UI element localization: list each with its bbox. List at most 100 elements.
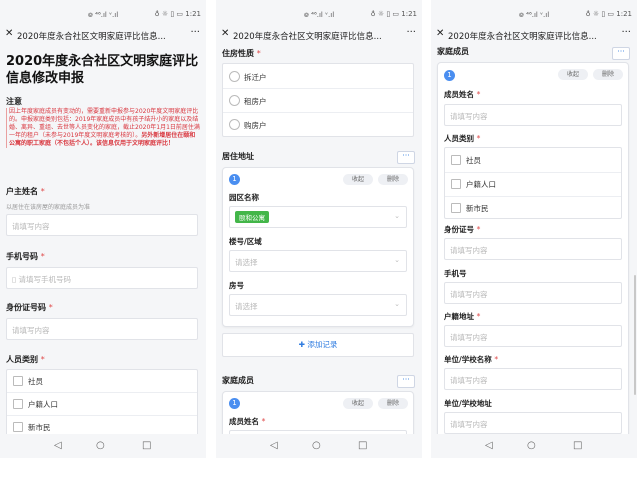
id-label: 身份证号 * (444, 225, 481, 234)
checkbox-icon[interactable] (451, 179, 461, 189)
family-more-button[interactable]: ··· (397, 375, 415, 388)
form-content[interactable]: 2020年度永合社区文明家庭评比信息修改申报 注意 因上年度家庭成员有变动的，需… (0, 45, 206, 434)
system-nav-bar: ◁ ○ □ (0, 434, 206, 458)
phone-label: 手机号码 * (6, 252, 45, 261)
housing-radio-group: 拆迁户 租房户 购房户 (222, 63, 414, 137)
back-icon[interactable]: ◁ (270, 440, 278, 452)
address-section-title: 居住地址 (222, 152, 254, 161)
household-address-input[interactable]: 请填写内容 (444, 325, 622, 347)
phone-input[interactable]: 请填写内容 (444, 282, 622, 304)
screen-1: ᪤ ⁴⁶.ıl ᵛ.ıl ♁ ☼ ▯ ▭ 1:21 ✕ 2020年度永合社区文明… (0, 0, 206, 458)
housing-option-3[interactable]: 购房户 (223, 112, 413, 136)
delete-button[interactable]: 删除 (378, 174, 408, 185)
delete-button[interactable]: 删除 (593, 69, 623, 80)
family-more-button[interactable]: ··· (612, 47, 630, 60)
category-label: 人员类别 * (6, 355, 45, 364)
close-icon[interactable]: ✕ (436, 28, 444, 39)
scrollbar[interactable] (634, 275, 636, 395)
park-select[interactable]: 颐和公寓 ⌄ (229, 206, 407, 228)
housing-option-1[interactable]: 拆迁户 (223, 64, 413, 89)
recents-icon[interactable]: □ (142, 440, 151, 452)
category-option-2[interactable]: 户籍人口 (445, 172, 621, 197)
category-option-3[interactable]: 新市民 (445, 196, 621, 220)
form-content[interactable]: 住房性质 * 拆迁户 租房户 购房户 居住地址 ··· 1 收起 删除 园区名称… (216, 45, 422, 434)
screen-2: ᪤ ⁴⁶.ıl ᵛ.ıl ♁ ☼ ▯ ▭ 1:21 ✕ 2020年度永合社区文明… (216, 0, 422, 458)
member-name-input[interactable]: 请填写内容 (444, 104, 622, 126)
status-bar: ᪤ ⁴⁶.ıl ᵛ.ıl ♁ ☼ ▯ ▭ 1:21 (216, 0, 422, 27)
id-input[interactable]: 请填写内容 (444, 238, 622, 260)
phone-input[interactable]: ▯ 请填写手机号码 (6, 267, 198, 289)
category-option-2[interactable]: 户籍人口 (7, 393, 197, 416)
system-nav-bar: ◁ ○ □ (431, 434, 637, 458)
category-option-1[interactable]: 社员 (7, 370, 197, 393)
radio-icon[interactable] (229, 71, 240, 82)
add-record-button[interactable]: ✚ 添加记录 (222, 333, 414, 357)
notice-text: 因上年度家庭成员有变动的，需要重新申报参与2020年度文明家庭评比的。申报家庭类… (6, 108, 201, 149)
checkbox-icon[interactable] (13, 422, 23, 432)
workplace-address-label: 单位/学校地址 (444, 399, 492, 408)
category-option-3[interactable]: 新市民 (7, 416, 197, 434)
housing-label: 住房性质 * (222, 49, 261, 58)
householder-label: 户主姓名 * (6, 187, 45, 196)
checkbox-icon[interactable] (13, 399, 23, 409)
status-bar: ᪤ ⁴⁶.ıl ᵛ.ıl ♁ ☼ ▯ ▭ 1:21 (431, 0, 637, 27)
note-title: 注意 (6, 97, 22, 106)
room-select[interactable]: 请选择 ⌄ (229, 294, 407, 316)
close-icon[interactable]: ✕ (221, 28, 229, 39)
householder-input[interactable]: 请填写内容 (6, 214, 198, 236)
householder-hint: 以居住在该房屋的家庭成员为准 (6, 204, 91, 211)
family-section-title: 家庭成员 (437, 47, 469, 56)
home-icon[interactable]: ○ (312, 440, 321, 452)
recents-icon[interactable]: □ (573, 440, 582, 452)
form-content[interactable]: 家庭成员 ··· 1 收起 删除 成员姓名 * 请填写内容 人员类别 * 社员 … (431, 45, 637, 434)
workplace-address-input[interactable]: 请填写内容 (444, 412, 622, 434)
category-option-1[interactable]: 社员 (445, 148, 621, 173)
category-checkbox-group: 社员 户籍人口 新市民 (444, 147, 622, 219)
park-tag: 颐和公寓 (235, 211, 269, 223)
home-icon[interactable]: ○ (527, 440, 536, 452)
family-card: 1 收起 删除 成员姓名 * 请填写内容 人员类别 * 社员 户籍人口 新市民 … (437, 62, 629, 434)
household-address-label: 户籍地址 * (444, 312, 481, 321)
building-select[interactable]: 请选择 ⌄ (229, 250, 407, 272)
phone-label: 手机号 (444, 269, 467, 278)
checkbox-icon[interactable] (451, 203, 461, 213)
more-icon[interactable]: ··· (190, 27, 200, 38)
status-icons: ♁ ☼ ▯ ▭ 1:21 (585, 10, 633, 18)
checkbox-icon[interactable] (451, 155, 461, 165)
chevron-down-icon: ⌄ (394, 300, 400, 308)
address-more-button[interactable]: ··· (397, 151, 415, 164)
title-bar: ✕ 2020年度永合社区文明家庭评比信息... ··· (431, 27, 637, 45)
housing-option-2[interactable]: 租房户 (223, 88, 413, 113)
radio-icon[interactable] (229, 119, 240, 130)
address-card: 1 收起 删除 园区名称 颐和公寓 ⌄ 楼号/区域 请选择 ⌄ 房号 请选择 ⌄ (222, 167, 414, 327)
home-icon[interactable]: ○ (96, 440, 105, 452)
status-icons: ♁ ☼ ▯ ▭ 1:21 (154, 10, 202, 18)
record-number-badge: 1 (229, 398, 240, 409)
id-input[interactable]: 请填写内容 (6, 318, 198, 340)
page-title: 2020年度永合社区文明家庭评比信息... (17, 32, 166, 42)
back-icon[interactable]: ◁ (54, 440, 62, 452)
back-icon[interactable]: ◁ (485, 440, 493, 452)
close-icon[interactable]: ✕ (5, 28, 13, 39)
status-bar: ᪤ ⁴⁶.ıl ᵛ.ıl ♁ ☼ ▯ ▭ 1:21 (0, 0, 206, 27)
title-bar: ✕ 2020年度永合社区文明家庭评比信息... ··· (216, 27, 422, 45)
screen-3: ᪤ ⁴⁶.ıl ᵛ.ıl ♁ ☼ ▯ ▭ 1:21 ✕ 2020年度永合社区文明… (431, 0, 637, 458)
member-name-label: 成员姓名 * (444, 90, 481, 99)
more-icon[interactable]: ··· (621, 27, 631, 38)
chevron-down-icon: ⌄ (394, 212, 400, 220)
park-label: 园区名称 (229, 193, 259, 202)
page-title: 2020年度永合社区文明家庭评比信息... (448, 32, 597, 42)
chevron-down-icon: ⌄ (394, 256, 400, 264)
delete-button[interactable]: 删除 (378, 398, 408, 409)
id-label: 身份证号码 * (6, 303, 53, 312)
more-icon[interactable]: ··· (406, 27, 416, 38)
room-label: 房号 (229, 281, 244, 290)
recents-icon[interactable]: □ (358, 440, 367, 452)
radio-icon[interactable] (229, 95, 240, 106)
collapse-button[interactable]: 收起 (343, 174, 373, 185)
collapse-button[interactable]: 收起 (558, 69, 588, 80)
collapse-button[interactable]: 收起 (343, 398, 373, 409)
system-nav-bar: ◁ ○ □ (216, 434, 422, 458)
workplace-input[interactable]: 请填写内容 (444, 368, 622, 390)
checkbox-icon[interactable] (13, 376, 23, 386)
